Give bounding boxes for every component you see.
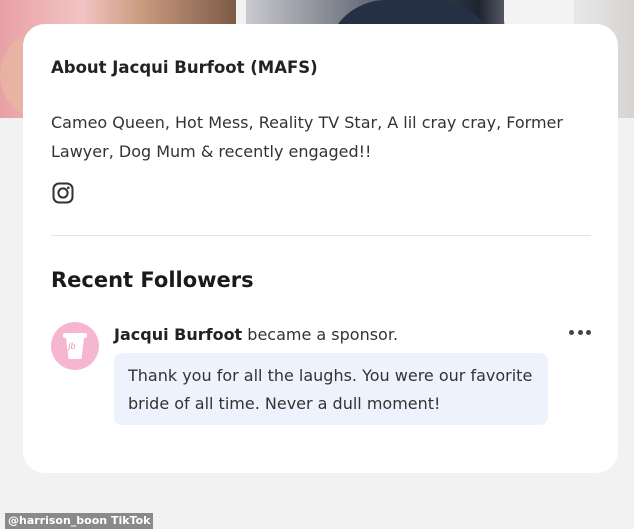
divider <box>51 235 591 236</box>
bio-text: Cameo Queen, Hot Mess, Reality TV Star, … <box>51 113 563 161</box>
instagram-icon[interactable] <box>52 182 74 204</box>
recent-followers-title: Recent Followers <box>51 268 254 292</box>
sponsor-message: Thank you for all the laughs. You were o… <box>114 353 548 425</box>
coffee-cup-icon: jb <box>63 333 87 359</box>
avatar-logo-text: jb <box>68 342 76 351</box>
sponsor-message-text: Thank you for all the laughs. You were o… <box>128 366 533 413</box>
about-card: About Jacqui Burfoot (MAFS) Cameo Queen,… <box>23 24 618 473</box>
follower-name[interactable]: Jacqui Burfoot <box>114 325 242 344</box>
follower-action: became a sponsor. <box>242 325 399 344</box>
more-options-icon[interactable] <box>569 327 591 337</box>
about-title: About Jacqui Burfoot (MAFS) <box>51 58 318 77</box>
follower-activity: Jacqui Burfoot became a sponsor. <box>114 325 398 344</box>
avatar[interactable]: jb <box>51 322 99 370</box>
photo-credit: @harrison_boon TikTok <box>5 513 154 529</box>
